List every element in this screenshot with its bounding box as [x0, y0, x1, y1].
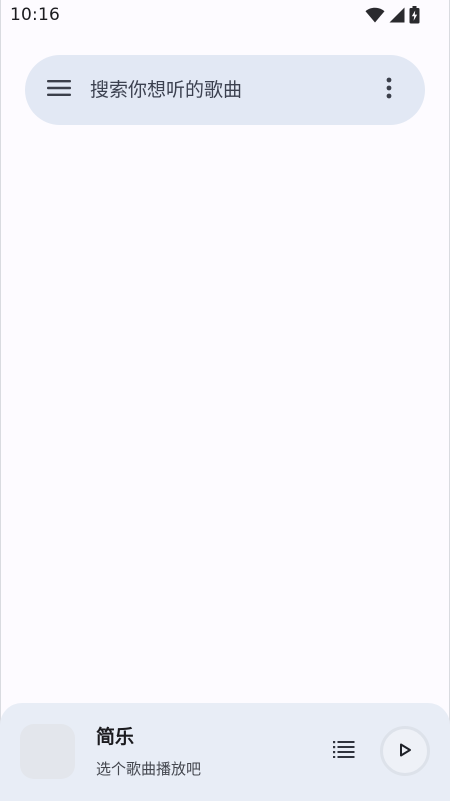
more-options-button[interactable] — [371, 72, 407, 108]
playlist-icon — [333, 740, 355, 762]
search-bar[interactable]: 搜索你想听的歌曲 — [25, 55, 425, 125]
play-icon — [398, 742, 412, 761]
playlist-button[interactable] — [328, 735, 360, 767]
play-button[interactable] — [380, 726, 430, 776]
wifi-icon — [365, 7, 385, 23]
song-title: 简乐 — [96, 726, 135, 748]
status-time: 10:16 — [10, 5, 60, 25]
battery-charging-icon — [409, 6, 420, 24]
search-input[interactable]: 搜索你想听的歌曲 — [90, 77, 242, 103]
status-bar: 10:16 — [0, 0, 450, 32]
menu-button[interactable] — [41, 72, 77, 108]
song-subtitle: 选个歌曲播放吧 — [96, 760, 202, 778]
mini-player[interactable]: 简乐 选个歌曲播放吧 — [0, 703, 450, 801]
content-area — [0, 140, 450, 700]
menu-icon — [47, 79, 71, 101]
cell-signal-icon — [389, 7, 405, 23]
more-vert-icon — [386, 77, 392, 103]
album-art[interactable] — [20, 724, 75, 779]
status-icons — [365, 5, 420, 25]
